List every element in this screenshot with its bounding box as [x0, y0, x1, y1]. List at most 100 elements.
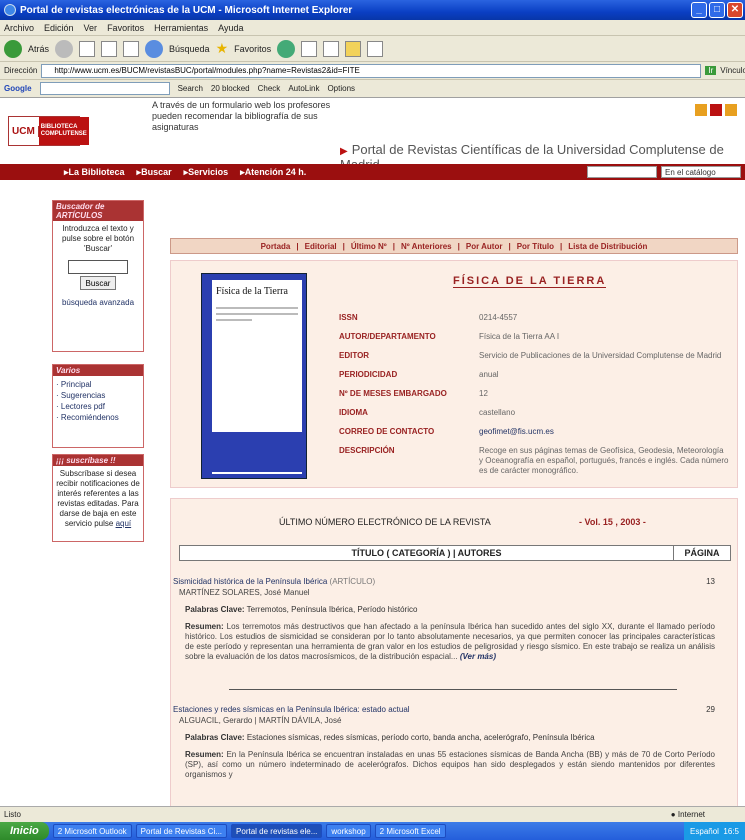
meta-key: Nº DE MESES EMBARGADO — [339, 389, 447, 398]
google-search-input[interactable] — [39, 82, 170, 95]
page-content: UCM BIBLIOTECA COMPLUTENSE A través de u… — [0, 98, 745, 806]
options-button[interactable]: Options — [327, 84, 355, 93]
task-workshop[interactable]: workshop — [326, 824, 371, 838]
folder-icon[interactable] — [345, 40, 362, 57]
address-bar: Dirección Ir Vínculos — [0, 62, 745, 80]
task-portal-revistas-1[interactable]: Portal de Revistas Ci... — [135, 824, 228, 838]
article-keywords: Palabras Clave: Estaciones sísmicas, red… — [185, 733, 595, 742]
nav-biblioteca[interactable]: ▸La Biblioteca — [64, 167, 125, 178]
popup-blocked-button[interactable]: 20 blocked — [211, 84, 250, 93]
menu-favoritos[interactable]: Favoritos — [107, 23, 144, 33]
catalog-select[interactable]: En el catálogo — [661, 166, 741, 178]
meta-value: anual — [479, 370, 499, 379]
article-title-link[interactable]: Estaciones y redes sísmicas en la Peníns… — [173, 705, 410, 714]
tab-por-autor[interactable]: Por Autor — [466, 242, 503, 251]
nav-servicios[interactable]: ▸Servicios — [184, 167, 229, 178]
menu-herramientas[interactable]: Herramientas — [154, 23, 208, 33]
tab-distribucion[interactable]: Lista de Distribución — [568, 242, 647, 251]
task-excel[interactable]: 2 Microsoft Excel — [374, 824, 446, 838]
meta-key: ISSN — [339, 313, 358, 322]
tab-ultimo[interactable]: Último Nº — [351, 242, 387, 251]
arrow-icon: ▶ — [340, 146, 348, 157]
contact-email-link[interactable]: geofimet@fis.ucm.es — [479, 427, 729, 437]
header-decoration — [695, 104, 737, 116]
article-search-box: Buscador de ARTÍCULOS Introduzca el text… — [52, 200, 144, 352]
back-button[interactable]: Atrás — [28, 44, 49, 54]
link-principal[interactable]: · Principal — [56, 379, 140, 390]
article-authors: ALGUACIL, Gerardo | MARTÍN DÁVILA, José — [179, 716, 342, 725]
meta-value: Servicio de Publicaciones de la Universi… — [479, 351, 722, 360]
stop-icon[interactable] — [79, 40, 96, 57]
print-icon[interactable] — [323, 40, 340, 57]
maximize-button[interactable]: □ — [709, 2, 725, 18]
meta-key: PERIODICIDAD — [339, 370, 398, 379]
go-button[interactable]: Ir — [705, 66, 717, 75]
article-page: 29 — [706, 705, 715, 714]
star-icon[interactable]: ★ — [216, 40, 229, 57]
minimize-button[interactable]: _ — [691, 2, 707, 18]
nav-buscar[interactable]: ▸Buscar — [137, 167, 172, 178]
ucm-logo[interactable]: UCM BIBLIOTECA COMPLUTENSE — [8, 116, 89, 146]
forward-icon[interactable] — [55, 39, 74, 58]
meta-key: AUTOR/DEPARTAMENTO — [339, 332, 436, 341]
tab-editorial[interactable]: Editorial — [305, 242, 337, 251]
subscribe-box: ¡¡¡ suscríbase !! Subscríbase si desea r… — [52, 454, 144, 542]
meta-key: EDITOR — [339, 351, 370, 360]
address-input[interactable] — [41, 63, 702, 78]
search-button[interactable]: Búsqueda — [169, 44, 210, 54]
logo-ucm-text: UCM — [9, 125, 39, 137]
unsubscribe-link[interactable]: aquí — [116, 519, 132, 528]
status-text: Listo — [4, 810, 21, 819]
autolink-button[interactable]: AutoLink — [288, 84, 319, 93]
article-search-button[interactable]: Buscar — [80, 276, 116, 290]
refresh-icon[interactable] — [101, 40, 118, 57]
task-outlook[interactable]: 2 Microsoft Outlook — [52, 824, 132, 838]
article-search-input[interactable] — [68, 260, 128, 274]
internet-zone: ● Internet — [670, 810, 705, 819]
meta-value: 0214-4557 — [479, 313, 518, 322]
menu-archivo[interactable]: Archivo — [4, 23, 34, 33]
link-sugerencias[interactable]: · Sugerencias — [56, 390, 140, 401]
messenger-icon[interactable] — [367, 40, 384, 57]
home-icon[interactable] — [123, 40, 140, 57]
mail-icon[interactable] — [301, 40, 318, 57]
google-logo[interactable]: Google — [4, 84, 32, 93]
catalog-search-input[interactable] — [587, 166, 657, 178]
journal-title: FÍSICA DE LA TIERRA — [453, 275, 607, 288]
search-icon[interactable] — [145, 39, 164, 58]
ie-icon — [4, 4, 16, 16]
journal-tabs: Portada | Editorial | Último Nº | Nº Anteri… — [170, 238, 738, 254]
advanced-search-link[interactable]: búsqueda avanzada — [56, 298, 140, 308]
link-recomiendenos[interactable]: · Recomiéndenos — [56, 412, 140, 423]
logo-bib-text: BIBLIOTECA COMPLUTENSE — [38, 117, 89, 145]
header-tagline[interactable]: A través de un formulario web los profes… — [152, 100, 332, 133]
clock: 16:5 — [723, 826, 739, 836]
nav-atencion[interactable]: ▸Atención 24 h. — [240, 167, 306, 178]
back-icon[interactable] — [4, 39, 22, 58]
spell-check-button[interactable]: Check — [258, 84, 281, 93]
read-more-link[interactable]: (Ver más) — [460, 652, 496, 661]
tray-language[interactable]: Español — [690, 827, 719, 836]
links-label[interactable]: Vínculos — [720, 66, 745, 75]
meta-value: 12 — [479, 389, 488, 398]
article-search-heading: Buscador de ARTÍCULOS — [53, 201, 143, 221]
meta-key: CORREO DE CONTACTO — [339, 427, 435, 436]
journal-metadata: ISSN 0214-4557 AUTOR/DEPARTAMENTO Física d… — [339, 313, 729, 475]
col-page-header: PÁGINA — [684, 548, 720, 558]
link-lectores-pdf[interactable]: · Lectores pdf — [56, 401, 140, 412]
tab-anteriores[interactable]: Nº Anteriores — [401, 242, 452, 251]
menu-ayuda[interactable]: Ayuda — [218, 23, 243, 33]
tab-portada[interactable]: Portada — [261, 242, 291, 251]
history-icon[interactable] — [277, 39, 296, 58]
close-button[interactable]: ✕ — [727, 2, 743, 18]
favorites-button[interactable]: Favoritos — [234, 44, 271, 54]
menu-ver[interactable]: Ver — [84, 23, 98, 33]
article-divider — [229, 689, 677, 690]
task-portal-revistas-2[interactable]: Portal de revistas ele... — [231, 824, 323, 838]
article-title-link[interactable]: Sismicidad histórica de la Península Ibé… — [173, 577, 327, 586]
toolbar: Atrás Búsqueda ★ Favoritos — [0, 36, 745, 62]
start-button[interactable]: Inicio — [0, 822, 49, 840]
menu-edicion[interactable]: Edición — [44, 23, 74, 33]
tab-por-titulo[interactable]: Por Título — [517, 242, 554, 251]
google-search-button[interactable]: Search — [178, 84, 203, 93]
